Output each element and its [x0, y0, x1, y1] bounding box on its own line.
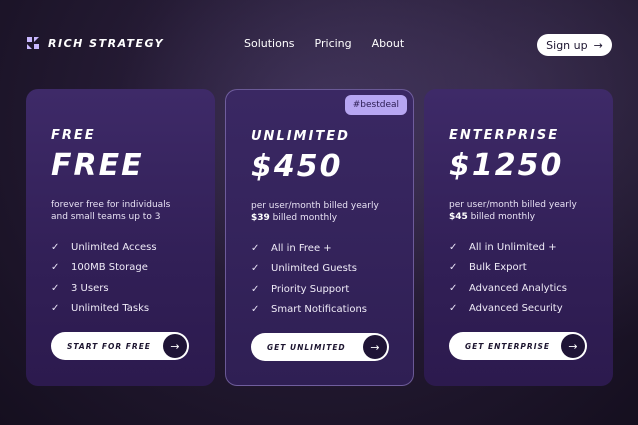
plan-card-enterprise: ENTERPRISE $1250 per user/month billed y…	[424, 89, 613, 386]
check-icon: ✓	[251, 242, 260, 254]
feature-item: ✓ Unlimited Tasks	[51, 299, 157, 320]
plan-desc-line: per user/month billed yearly	[449, 200, 577, 210]
start-for-free-button[interactable]: START FOR FREE →	[51, 332, 189, 360]
plan-monthly-line: $39 billed monthly	[251, 212, 401, 224]
feature-label: All in Unlimited +	[469, 241, 557, 253]
feature-list: ✓ All in Unlimited + ✓ Bulk Export ✓ Advanc…	[449, 237, 567, 319]
best-deal-badge: #bestdeal	[344, 95, 407, 115]
main-nav: Solutions Pricing About	[244, 37, 404, 50]
feature-label: Unlimited Tasks	[71, 303, 150, 315]
plan-description: per user/month billed yearly $39 billed …	[251, 200, 401, 224]
feature-label: Unlimited Access	[71, 241, 157, 253]
plan-desc-line: per user/month billed yearly	[251, 201, 379, 211]
feature-item: ✓ Advanced Analytics	[449, 278, 567, 299]
plan-card-free: FREE FREE forever free for individuals a…	[26, 89, 215, 386]
check-icon: ✓	[251, 283, 260, 295]
nav-item-about[interactable]: About	[372, 37, 405, 50]
signup-button[interactable]: Sign up →	[537, 34, 612, 56]
feature-item: ✓ Priority Support	[251, 279, 367, 300]
check-icon: ✓	[449, 282, 458, 294]
plan-name: UNLIMITED	[251, 129, 350, 144]
check-icon: ✓	[51, 303, 60, 315]
arrow-right-icon: →	[163, 334, 187, 358]
signup-label: Sign up	[546, 38, 588, 52]
feature-item: ✓ Advanced Security	[449, 299, 567, 320]
plan-desc-line: and small teams up to 3	[51, 212, 161, 222]
check-icon: ✓	[449, 241, 458, 253]
feature-label: Advanced Analytics	[469, 282, 567, 294]
get-unlimited-button[interactable]: GET UNLIMITED →	[251, 333, 389, 361]
check-icon: ✓	[51, 241, 60, 253]
monthly-price: $45	[449, 212, 468, 222]
feature-item: ✓ All in Unlimited +	[449, 237, 567, 258]
check-icon: ✓	[449, 262, 458, 274]
feature-item: ✓ Bulk Export	[449, 258, 567, 279]
plan-description: forever free for individuals and small t…	[51, 199, 201, 223]
feature-list: ✓ All in Free + ✓ Unlimited Guests ✓ Priori…	[251, 238, 367, 320]
feature-item: ✓ 100MB Storage	[51, 258, 157, 279]
monthly-suffix: billed monthly	[467, 212, 536, 222]
feature-label: 100MB Storage	[71, 262, 148, 274]
check-icon: ✓	[251, 263, 260, 275]
plan-name: FREE	[51, 128, 96, 143]
rs-logo-icon	[26, 36, 40, 50]
nav-item-pricing[interactable]: Pricing	[315, 37, 352, 50]
brand-name: RICH STRATEGY	[48, 36, 165, 50]
feature-item: ✓ All in Free +	[251, 238, 367, 259]
cta-label: GET ENTERPRISE	[465, 341, 551, 351]
feature-item: ✓ Unlimited Guests	[251, 259, 367, 280]
feature-label: Smart Notifications	[271, 304, 368, 316]
feature-label: Bulk Export	[469, 262, 527, 274]
plan-price: FREE	[51, 148, 144, 183]
arrow-right-icon: →	[561, 334, 585, 358]
arrow-right-icon: →	[363, 335, 387, 359]
plan-name: ENTERPRISE	[449, 128, 560, 143]
feature-item: ✓ Smart Notifications	[251, 300, 367, 321]
cta-label: GET UNLIMITED	[267, 342, 346, 352]
plan-price: $1250	[449, 148, 564, 183]
monthly-suffix: billed monthly	[269, 213, 338, 223]
check-icon: ✓	[251, 304, 260, 316]
feature-item: ✓ Unlimited Access	[51, 237, 157, 258]
feature-label: Priority Support	[271, 283, 350, 295]
feature-label: 3 Users	[71, 282, 109, 294]
plan-card-unlimited: #bestdeal UNLIMITED $450 per user/month …	[225, 89, 414, 386]
monthly-price: $39	[251, 213, 270, 223]
feature-label: All in Free +	[271, 242, 332, 254]
feature-list: ✓ Unlimited Access ✓ 100MB Storage ✓ 3 User…	[51, 237, 157, 319]
check-icon: ✓	[51, 282, 60, 294]
check-icon: ✓	[449, 303, 458, 315]
plan-desc-line: forever free for individuals	[51, 200, 171, 210]
cta-label: START FOR FREE	[67, 341, 151, 351]
nav-item-solutions[interactable]: Solutions	[244, 37, 295, 50]
feature-item: ✓ 3 Users	[51, 278, 157, 299]
feature-label: Unlimited Guests	[271, 263, 357, 275]
plan-monthly-line: $45 billed monthly	[449, 211, 599, 223]
check-icon: ✓	[51, 262, 60, 274]
plan-description: per user/month billed yearly $45 billed …	[449, 199, 599, 223]
get-enterprise-button[interactable]: GET ENTERPRISE →	[449, 332, 587, 360]
brand-logo[interactable]: RICH STRATEGY	[26, 36, 164, 50]
feature-label: Advanced Security	[469, 303, 563, 315]
arrow-right-icon: →	[593, 38, 603, 52]
plan-price: $450	[251, 149, 343, 184]
